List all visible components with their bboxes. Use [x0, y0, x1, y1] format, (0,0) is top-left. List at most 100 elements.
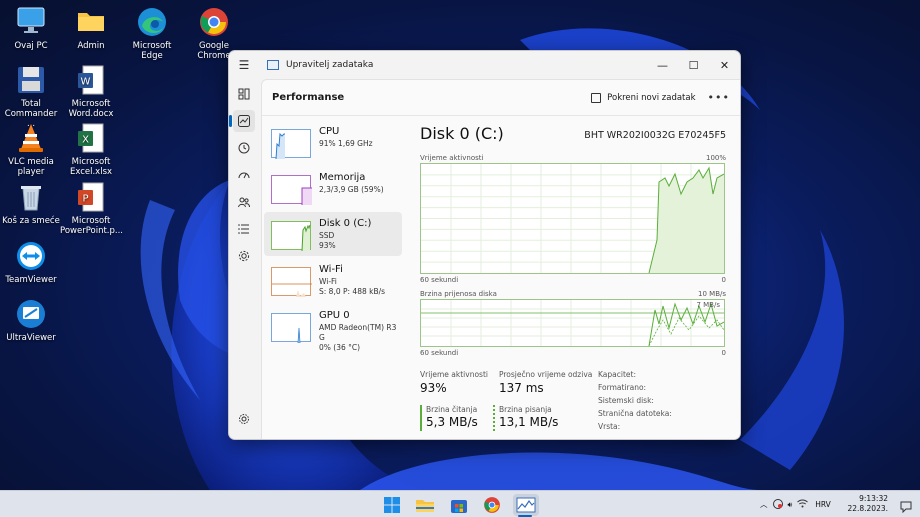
taskbar-task-manager[interactable]: [513, 494, 539, 516]
device-name: CPU: [319, 126, 340, 137]
device-usage: 0% (36 °C): [319, 343, 361, 352]
device-type: Wi-Fi: [319, 277, 337, 286]
desktop-icon-admin[interactable]: Admin: [60, 6, 122, 51]
store-icon: [451, 500, 467, 513]
desktop-icon-label: Microsoft Excel.xlsx: [69, 157, 113, 177]
desktop-icon-label: Admin: [77, 41, 105, 51]
title-bar[interactable]: ☰ Upravitelj zadataka — ☐ ✕: [229, 51, 740, 79]
desktop-icon-this-pc[interactable]: Ovaj PC: [0, 6, 62, 51]
run-new-task-label: Pokreni novi zadatak: [607, 92, 696, 103]
details-nav-icon[interactable]: [233, 218, 255, 240]
hamburger-menu-icon[interactable]: ☰: [229, 58, 259, 72]
transfer-rate-graph-x-left: 60 sekundi: [420, 349, 459, 357]
powerpoint-document-icon: P: [75, 181, 107, 213]
taskbar-chrome[interactable]: [481, 494, 503, 516]
close-button[interactable]: ✕: [709, 51, 740, 79]
users-nav-icon[interactable]: [233, 191, 255, 213]
gpu-thumbnail-graph: [271, 313, 311, 344]
taskbar-file-explorer[interactable]: [414, 494, 436, 516]
device-type: SSD: [319, 231, 335, 240]
active-time-graph-label: Vrijeme aktivnosti: [420, 154, 484, 162]
transfer-rate-graph-x-right: 0: [721, 349, 726, 357]
desktop-icon-word[interactable]: W Microsoft Word.docx: [60, 64, 122, 119]
disk-model: BHT WR202I0032G E70245F5: [584, 130, 726, 141]
app-history-nav-icon[interactable]: [233, 137, 255, 159]
device-item-memory[interactable]: Memorija 2,3/3,9 GB (59%): [264, 166, 402, 210]
desktop-icon-vlc[interactable]: VLC media player: [0, 122, 62, 177]
startup-apps-nav-icon[interactable]: [233, 164, 255, 186]
desktop-icon-total-commander[interactable]: Total Commander ...: [0, 64, 62, 129]
disk-detail-panel: Disk 0 (C:) BHT WR202I0032G E70245F5 Vri…: [420, 120, 730, 439]
response-time-value: 137 ms: [499, 381, 544, 395]
volume-icon[interactable]: 🔊︎: [788, 500, 793, 510]
word-document-icon: W: [75, 64, 107, 96]
minimize-button[interactable]: —: [647, 51, 678, 79]
page-title: Performanse: [272, 92, 345, 103]
performance-nav-icon[interactable]: [229, 110, 255, 132]
device-usage: S: 8,0 P: 488 kB/s: [319, 287, 386, 296]
desktop-icon-label: UltraViewer: [6, 333, 56, 343]
chrome-icon: [198, 6, 230, 38]
svg-text:W: W: [81, 77, 91, 88]
file-explorer-icon: [416, 500, 434, 512]
active-time-label: Vrijeme aktivnosti: [420, 370, 488, 379]
desktop-icon-powerpoint[interactable]: P Microsoft PowerPoint.p...: [60, 181, 123, 236]
notification-icon[interactable]: [900, 498, 912, 517]
capacity-label: Kapacitet:: [598, 370, 636, 379]
desktop-icon-label: TeamViewer: [5, 275, 57, 285]
processes-nav-icon[interactable]: [233, 83, 255, 105]
more-options-icon[interactable]: •••: [708, 91, 730, 104]
device-usage: 91% 1,69 GHz: [319, 139, 373, 148]
response-time-label: Prosječno vrijeme odziva: [499, 370, 593, 379]
desktop-icon-excel[interactable]: X Microsoft Excel.xlsx: [60, 122, 122, 177]
desktop-icon-label: Ovaj PC: [14, 41, 48, 51]
svg-text:X: X: [82, 135, 89, 146]
system-disk-label: Sistemski disk:: [598, 396, 654, 405]
taskbar-microsoft-store[interactable]: [448, 494, 470, 516]
task-manager-icon: [516, 497, 536, 513]
device-item-wifi[interactable]: Wi-Fi Wi-Fi S: 8,0 P: 488 kB/s: [264, 258, 402, 302]
clock[interactable]: 9:13:32 22.8.2023.: [847, 494, 888, 514]
show-hidden-icons-chevron-icon[interactable]: ︿: [760, 499, 768, 510]
performance-pane: Performanse Pokreni novi zadatak ••• CPU…: [261, 79, 740, 439]
disk-thumbnail-graph: [271, 221, 311, 252]
wifi-icon[interactable]: [797, 499, 809, 510]
device-name: Wi-Fi: [319, 264, 343, 275]
transfer-rate-graph-max: 10 MB/s: [698, 290, 726, 298]
formatted-label: Formatirano:: [598, 383, 647, 392]
run-new-task-button[interactable]: Pokreni novi zadatak: [591, 92, 696, 103]
teamviewer-icon: [15, 240, 47, 272]
transfer-rate-graph-mid: 7 MB/s: [696, 301, 720, 309]
desktop-icon-edge[interactable]: Microsoft Edge: [121, 6, 183, 61]
write-speed-label: Brzina pisanja: [499, 405, 552, 414]
desktop-icon-label: Koš za smeće: [2, 216, 60, 226]
start-button[interactable]: [381, 494, 403, 516]
teamviewer-tray-icon[interactable]: [772, 498, 783, 511]
wifi-thumbnail-graph: [271, 267, 312, 297]
device-item-gpu0[interactable]: GPU 0 AMD Radeon(TM) R3 G 0% (36 °C): [264, 304, 402, 352]
memory-thumbnail-graph: [271, 175, 312, 205]
desktop-icon-recycle-bin[interactable]: Koš za smeće: [0, 181, 62, 226]
window-title: Upravitelj zadataka: [286, 60, 374, 70]
services-nav-icon[interactable]: [233, 245, 255, 267]
disk-title: Disk 0 (C:): [420, 124, 504, 143]
device-item-cpu[interactable]: CPU 91% 1,69 GHz: [264, 120, 402, 164]
vlc-cone-icon: [15, 122, 47, 154]
edge-icon: [136, 6, 168, 38]
excel-document-icon: X: [75, 122, 107, 154]
device-list: CPU 91% 1,69 GHz Memorija 2,3/3,9 GB (59…: [264, 120, 402, 352]
disk-type-label: Vrsta:: [598, 422, 621, 431]
read-speed-value: 5,3 MB/s: [426, 415, 478, 429]
language-indicator[interactable]: HRV: [815, 500, 831, 509]
read-speed-label: Brzina čitanja: [426, 405, 478, 414]
desktop-icon-teamviewer[interactable]: TeamViewer: [0, 240, 62, 285]
device-item-disk0[interactable]: Disk 0 (C:) SSD 93%: [264, 212, 402, 256]
desktop-icon-ultraviewer[interactable]: UltraViewer: [0, 298, 62, 343]
write-speed-indicator: [493, 405, 495, 431]
desktop-icon-label: VLC media player: [8, 157, 54, 177]
maximize-button[interactable]: ☐: [678, 51, 709, 79]
settings-gear-icon[interactable]: [233, 408, 255, 430]
device-name: Memorija: [319, 172, 366, 183]
folder-icon: [75, 6, 107, 38]
left-navigation: [229, 79, 259, 439]
